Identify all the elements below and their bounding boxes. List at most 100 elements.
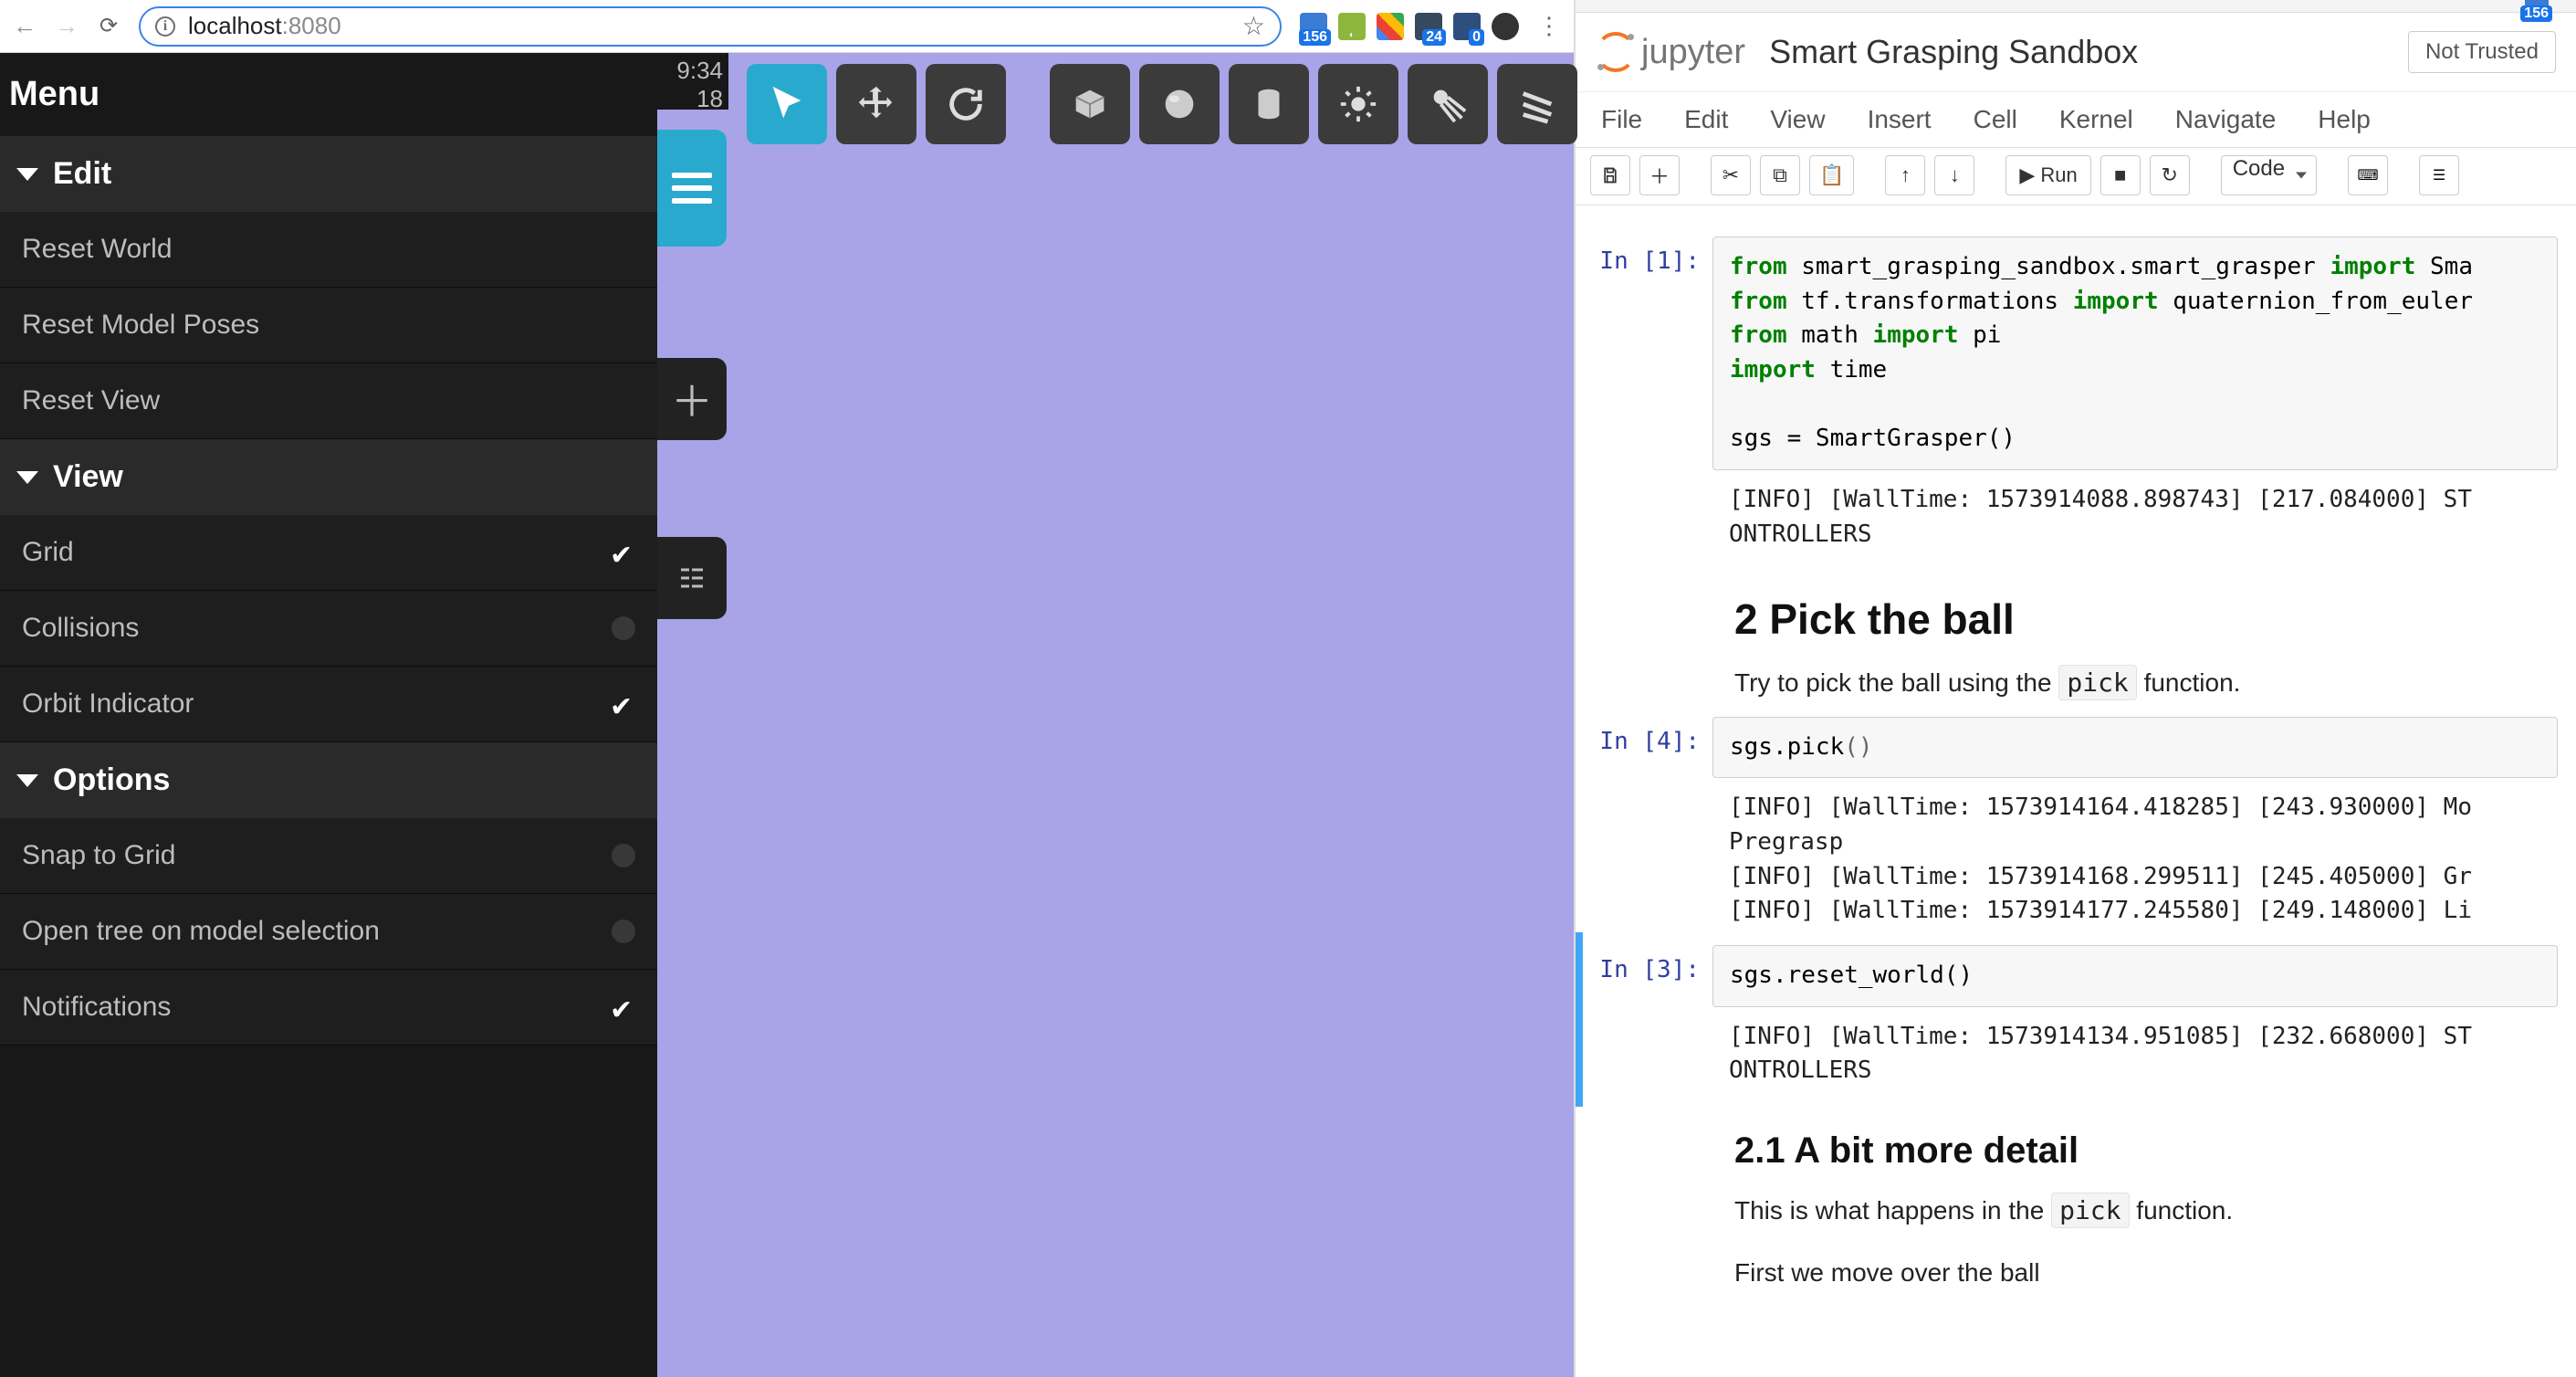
trusted-button[interactable]: Not Trusted — [2408, 31, 2556, 73]
section-view-header[interactable]: View — [0, 439, 657, 515]
menu-insert[interactable]: Insert — [1868, 105, 1932, 134]
menu-kernel[interactable]: Kernel — [2059, 105, 2133, 134]
interrupt-button[interactable]: ■ — [2100, 155, 2141, 195]
extension-icon[interactable]: 0 — [1453, 13, 1481, 40]
toggle-off-icon — [612, 616, 635, 640]
code-cell[interactable]: In [1]:from smart_grasping_sandbox.smart… — [1576, 231, 2576, 563]
menu-file[interactable]: File — [1601, 105, 1642, 134]
right-browser-window: 156 jupyter Smart Grasping Sandbox Not T… — [1576, 0, 2576, 1377]
cell-output: [INFO] [WallTime: 1573914088.898743] [21… — [1712, 470, 2558, 557]
notebook-area[interactable]: In [1]:from smart_grasping_sandbox.smart… — [1576, 205, 2576, 1377]
menu-navigate[interactable]: Navigate — [2175, 105, 2277, 134]
toc-button[interactable]: ☰ — [2419, 155, 2459, 195]
menu-item-snap-to-grid[interactable]: Snap to Grid — [0, 818, 657, 894]
side-panel-toggle[interactable] — [657, 130, 727, 247]
code-cell[interactable]: In [3]:sgs.reset_world()[INFO] [WallTime… — [1576, 940, 2576, 1099]
menu-item-reset-model-poses[interactable]: Reset Model Poses — [0, 288, 657, 363]
cell-output: [INFO] [WallTime: 1573914134.951085] [23… — [1712, 1007, 2558, 1094]
paste-button[interactable]: 📋 — [1809, 155, 1854, 195]
move-down-button[interactable]: ↓ — [1934, 155, 1974, 195]
code-input[interactable]: sgs.reset_world() — [1712, 945, 2558, 1007]
tool-light-directional[interactable] — [1497, 64, 1577, 144]
jupyter-logo-icon — [1596, 32, 1636, 72]
extension-icon[interactable] — [1377, 13, 1404, 40]
tool-cylinder[interactable] — [1229, 64, 1309, 144]
chevron-down-icon — [16, 774, 38, 787]
jupyter-toolbar: ＋ ✂ ⧉ 📋 ↑ ↓ ▶Run ■ ↻ Code ⌨ ☰ — [1576, 147, 2576, 205]
cell-prompt: In [3]: — [1576, 945, 1712, 1094]
markdown-cell[interactable]: 2 Pick the ballTry to pick the ball usin… — [1576, 563, 2576, 711]
cell-output: [INFO] [WallTime: 1573914164.418285] [24… — [1712, 778, 2558, 934]
extension-icon[interactable]: 156 — [2525, 0, 2549, 16]
menu-edit[interactable]: Edit — [1684, 105, 1728, 134]
url-host: localhost — [188, 12, 282, 40]
extension-icons: ⌂156 ◐ 24 0 — [1300, 13, 1519, 40]
hamburger-icon — [672, 173, 712, 204]
menu-help[interactable]: Help — [2318, 105, 2371, 134]
notebook-title[interactable]: Smart Grasping Sandbox — [1769, 33, 2138, 71]
menu-item-reset-world[interactable]: Reset World — [0, 212, 657, 288]
menu-title: Menu — [0, 53, 657, 136]
menu-item-open-tree[interactable]: Open tree on model selection — [0, 894, 657, 970]
jupyter-menubar: File Edit View Insert Cell Kernel Naviga… — [1576, 91, 2576, 147]
tool-light-point[interactable] — [1318, 64, 1398, 144]
check-icon: ✔ — [610, 994, 635, 1020]
url-port: :8080 — [282, 12, 341, 40]
left-browser-window: ← → ⟳ i localhost:8080 ☆ ⌂156 ◐ 24 0 ⋮ M… — [0, 0, 1576, 1377]
gazebo-viewport[interactable]: 9:34 18 ＋ — [657, 53, 1574, 1377]
extension-icon[interactable]: ◐ — [1338, 13, 1366, 40]
restart-button[interactable]: ↻ — [2150, 155, 2190, 195]
celltype-select[interactable]: Code — [2221, 155, 2317, 195]
reload-button[interactable]: ⟳ — [97, 15, 120, 38]
menu-cell[interactable]: Cell — [1974, 105, 2017, 134]
viewport-toolbar — [747, 64, 1577, 144]
command-palette-button[interactable]: ⌨ — [2348, 155, 2388, 195]
extension-icon[interactable]: 24 — [1415, 13, 1442, 40]
browser-menu-button[interactable]: ⋮ — [1537, 12, 1561, 40]
toggle-off-icon — [612, 920, 635, 943]
menu-item-reset-view[interactable]: Reset View — [0, 363, 657, 439]
code-cell[interactable]: In [4]:sgs.pick()[INFO] [WallTime: 15739… — [1576, 711, 2576, 940]
menu-item-orbit-indicator[interactable]: Orbit Indicator✔ — [0, 667, 657, 742]
back-button[interactable]: ← — [13, 15, 37, 38]
tool-light-spot[interactable] — [1408, 64, 1488, 144]
menu-item-grid[interactable]: Grid✔ — [0, 515, 657, 591]
profile-avatar[interactable] — [1492, 13, 1519, 40]
forward-button[interactable]: → — [55, 15, 79, 38]
section-options-header[interactable]: Options — [0, 742, 657, 818]
tool-sphere[interactable] — [1139, 64, 1220, 144]
info-icon[interactable]: i — [155, 16, 175, 37]
check-icon: ✔ — [610, 540, 635, 565]
copy-button[interactable]: ⧉ — [1760, 155, 1800, 195]
toggle-off-icon — [612, 844, 635, 867]
tool-move[interactable] — [836, 64, 916, 144]
chevron-down-icon — [16, 471, 38, 484]
menu-view[interactable]: View — [1770, 105, 1825, 134]
menu-item-collisions[interactable]: Collisions — [0, 591, 657, 667]
browser-toolbar: ← → ⟳ i localhost:8080 ☆ ⌂156 ◐ 24 0 ⋮ — [0, 0, 1574, 53]
cut-button[interactable]: ✂ — [1711, 155, 1751, 195]
jupyter-logo[interactable]: jupyter — [1596, 32, 1745, 72]
save-button[interactable] — [1590, 155, 1630, 195]
sim-time: 9:34 18 — [657, 53, 728, 110]
markdown-cell[interactable]: 2.1 A bit more detailThis is what happen… — [1576, 1099, 2576, 1301]
section-edit-header[interactable]: Edit — [0, 136, 657, 212]
run-button[interactable]: ▶Run — [2005, 155, 2090, 195]
move-up-button[interactable]: ↑ — [1885, 155, 1925, 195]
code-input[interactable]: sgs.pick() — [1712, 717, 2558, 779]
address-bar[interactable]: i localhost:8080 ☆ — [139, 6, 1282, 47]
menu-item-notifications[interactable]: Notifications✔ — [0, 970, 657, 1046]
add-cell-button[interactable]: ＋ — [1639, 155, 1680, 195]
cell-prompt: In [1]: — [1576, 237, 1712, 558]
bookmark-star-icon[interactable]: ☆ — [1242, 11, 1265, 41]
extension-icon[interactable]: ⌂156 — [1300, 13, 1327, 40]
tool-box[interactable] — [1050, 64, 1130, 144]
code-input[interactable]: from smart_grasping_sandbox.smart_graspe… — [1712, 237, 2558, 470]
tool-rotate[interactable] — [926, 64, 1006, 144]
tool-pointer[interactable] — [747, 64, 827, 144]
gazebo-side-menu: Menu Edit Reset World Reset Model Poses … — [0, 53, 657, 1377]
tree-panel-tab[interactable] — [657, 537, 727, 619]
jupyter-header: jupyter Smart Grasping Sandbox Not Trust… — [1576, 13, 2576, 91]
scene-3d — [657, 53, 1574, 1377]
insert-panel-tab[interactable]: ＋ — [657, 358, 727, 440]
